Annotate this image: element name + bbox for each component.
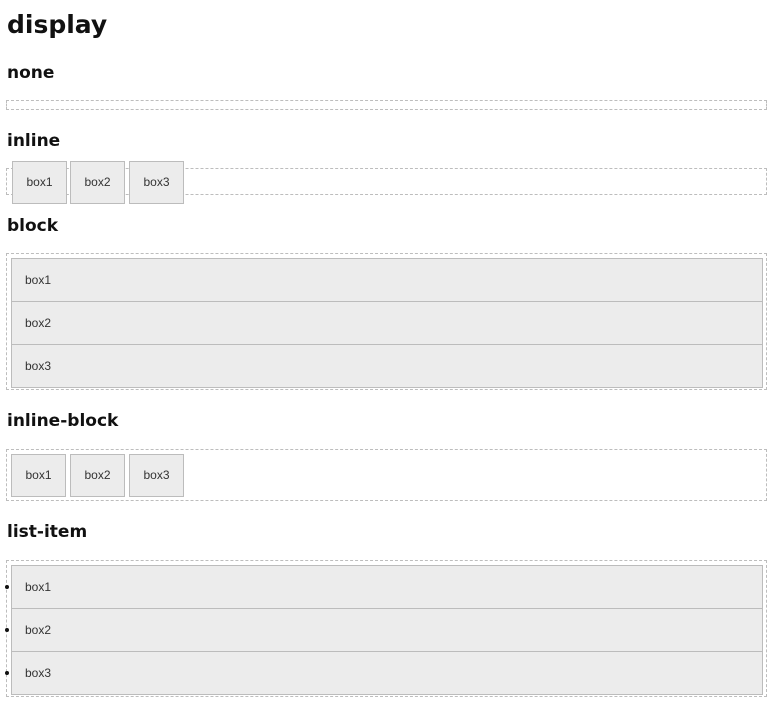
inline-block-box-1: box1 [11,454,66,497]
list-item-label: box2 [25,623,52,637]
container-list-item: box1 box2 box3 [5,560,767,697]
block-box-3: box3 [11,344,763,388]
bullet-icon [5,585,9,589]
container-none [6,100,767,110]
inline-box-1: box1 [12,161,67,204]
list-item-box-2: box2 [5,608,763,652]
section-heading-none: none [7,63,55,83]
list-item-label: box1 [25,580,52,594]
container-block: box1 box2 box3 [6,253,767,390]
list-item-label: box3 [25,666,52,680]
inline-box-3: box3 [129,161,184,204]
inline-box-2: box2 [70,161,125,204]
section-heading-inline-block: inline-block [7,411,119,431]
list-item-box-1: box1 [5,565,763,609]
bullet-icon [5,671,9,675]
container-inline: box1 box2 box3 [6,161,767,204]
container-inline-block: box1 box2 box3 [6,449,767,501]
list-item-box-3: box3 [5,651,763,695]
inline-block-box-3: box3 [129,454,184,497]
section-heading-inline: inline [7,131,61,151]
bullet-icon [5,628,9,632]
block-box-2: box2 [11,301,763,345]
block-box-1: box1 [11,258,763,302]
page-title: display [7,10,108,39]
section-heading-list-item: list-item [7,522,88,542]
section-heading-block: block [7,216,59,236]
inline-block-box-2: box2 [70,454,125,497]
